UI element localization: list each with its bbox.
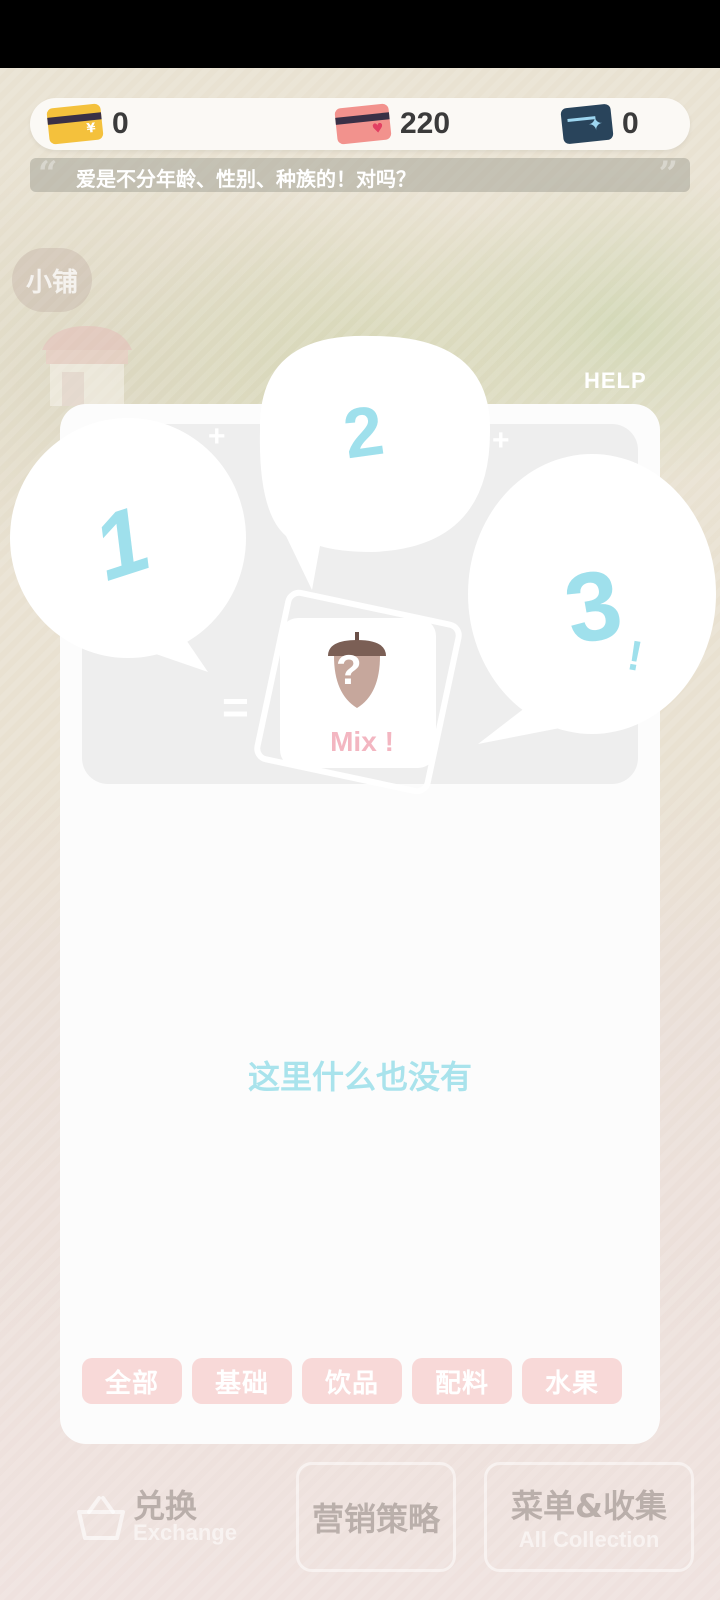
- tab-toppings[interactable]: 配料: [412, 1358, 512, 1404]
- currency-heart[interactable]: ♥ 220: [334, 98, 451, 150]
- mix-label: Mix !: [330, 726, 394, 757]
- bottom-nav: 兑换 Exchange 营销策略 菜单&收集 All Collection: [0, 1420, 720, 1600]
- plus-sign-left: +: [208, 420, 226, 453]
- tab-fruit[interactable]: 水果: [522, 1358, 622, 1404]
- sparkle-card-icon: ✦: [560, 103, 614, 145]
- quote-text: 爱是不分年龄、性别、种族的！对吗？: [76, 167, 416, 191]
- nav-exchange-label: 兑换: [133, 1487, 198, 1525]
- currency-gold[interactable]: ¥ 0: [46, 98, 129, 150]
- plus-sign-right: +: [492, 424, 510, 457]
- heart-card-icon: ♥: [334, 103, 392, 145]
- gold-count: 0: [112, 107, 129, 140]
- basket-icon: [77, 1496, 126, 1540]
- close-quote-icon: ”: [658, 154, 678, 194]
- nav-menu-label: 菜单&收集: [511, 1487, 667, 1525]
- nav-menu-sublabel: All Collection: [518, 1527, 660, 1552]
- gold-card-icon: ¥: [46, 103, 104, 145]
- help-button[interactable]: HELP: [584, 368, 647, 394]
- currency-sparkle[interactable]: ✦ 0: [560, 98, 639, 150]
- empty-state-text: 这里什么也没有: [247, 1058, 472, 1096]
- shop-label: 小铺: [25, 267, 78, 298]
- nav-marketing-label: 营销策略: [311, 1500, 440, 1538]
- nav-exchange-sublabel: Exchange: [133, 1520, 237, 1545]
- shop-icon: [42, 326, 132, 406]
- currency-bar: ¥ 0 ♥ 220 ✦ 0: [30, 98, 690, 150]
- quote-banner: “ 爱是不分年龄、性别、种族的！对吗？ ”: [30, 154, 690, 194]
- category-tabs: 全部 基础 饮品 配料 水果: [82, 1358, 642, 1404]
- mystery-question-mark: ?: [336, 646, 362, 693]
- shop-badge[interactable]: 小铺: [12, 248, 92, 312]
- equals-sign: =: [222, 681, 249, 733]
- status-bar: [0, 0, 720, 68]
- nav-exchange[interactable]: 兑换 Exchange: [50, 1462, 260, 1572]
- tab-all[interactable]: 全部: [82, 1358, 182, 1404]
- tab-basic[interactable]: 基础: [192, 1358, 292, 1404]
- nav-menu-collection[interactable]: 菜单&收集 All Collection: [484, 1462, 694, 1572]
- sparkle-count: 0: [622, 107, 639, 140]
- heart-count: 220: [400, 107, 451, 140]
- nav-marketing[interactable]: 营销策略: [296, 1462, 456, 1572]
- tab-drinks[interactable]: 饮品: [302, 1358, 402, 1404]
- open-quote-icon: “: [38, 154, 58, 194]
